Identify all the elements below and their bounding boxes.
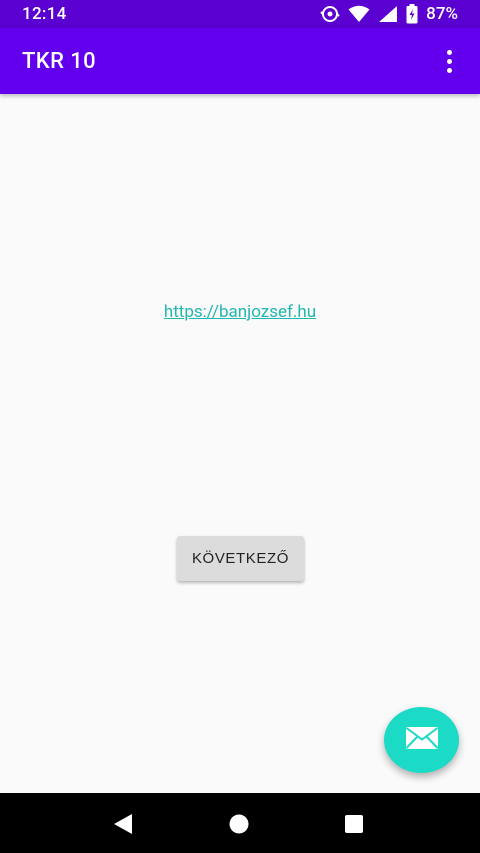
signal-icon [378,5,398,23]
back-icon[interactable] [112,813,134,839]
status-time: 12:14 [22,4,67,24]
recents-icon[interactable] [343,813,365,839]
navigation-bar [0,793,480,853]
main-content: https://banjozsef.hu KÖVETKEZŐ [0,94,480,793]
menu-dot [446,49,452,55]
status-icons: 87% [320,4,458,24]
battery-percent: 87% [426,4,458,24]
next-button[interactable]: KÖVETKEZŐ [177,536,304,581]
battery-icon [406,4,418,24]
website-link[interactable]: https://banjozsef.hu [0,302,480,322]
more-vert-icon[interactable] [436,41,462,81]
mail-fab-button[interactable] [384,707,459,773]
wifi-icon [348,5,370,23]
menu-dot [446,67,452,73]
sync-icon [320,4,340,24]
home-icon[interactable] [228,813,250,839]
app-title: TKR 10 [22,48,97,74]
app-bar: TKR 10 [0,28,480,94]
mail-icon [405,726,439,754]
menu-dot [446,58,452,64]
status-bar: 12:14 87% [0,0,480,28]
